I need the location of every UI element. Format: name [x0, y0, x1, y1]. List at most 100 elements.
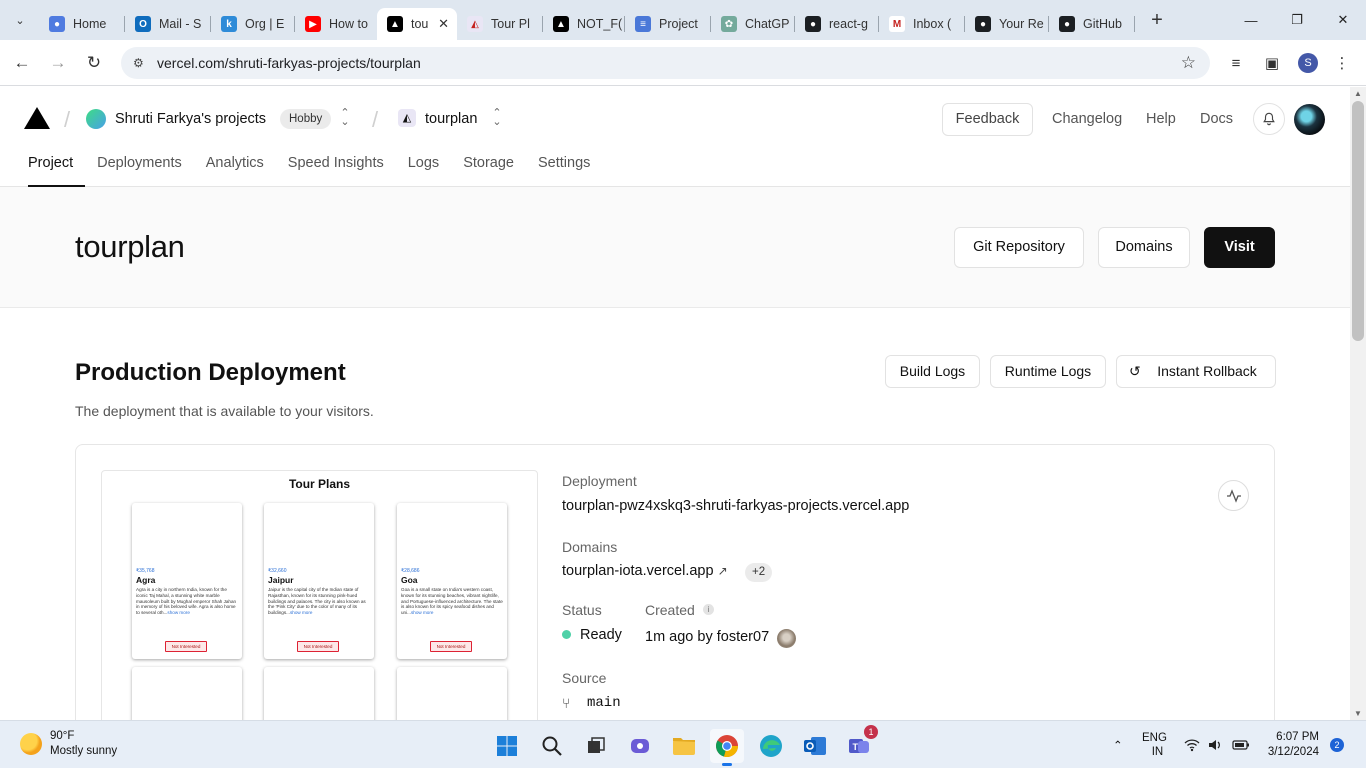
chat-icon[interactable]	[623, 729, 657, 763]
bookmark-star-icon[interactable]: ☆	[1181, 53, 1196, 73]
browser-tab[interactable]: ◭ Tour Pl	[457, 8, 543, 40]
vercel-logo-icon[interactable]	[24, 107, 50, 129]
notification-count-badge[interactable]: 2	[1330, 738, 1344, 752]
tab-logs[interactable]: Logs	[396, 149, 451, 187]
docs-link[interactable]: Docs	[1200, 111, 1233, 127]
team-name[interactable]: Shruti Farkya's projects	[115, 111, 266, 127]
show-more-link: show more	[289, 610, 313, 616]
tab-search-icon[interactable]: ⌄	[7, 7, 33, 33]
source-label: Source	[562, 670, 607, 686]
project-switcher-icon[interactable]: ⌃ ⌄	[492, 108, 502, 128]
browser-tab[interactable]: ✿ ChatGP	[711, 8, 795, 40]
media-control-icon[interactable]: ≡	[1220, 40, 1252, 86]
browser-tab[interactable]: k Org | E	[211, 8, 295, 40]
team-switcher-icon[interactable]: ⌃ ⌄	[340, 108, 350, 128]
weather-widget[interactable]: 90°F Mostly sunny	[50, 729, 117, 759]
scroll-down-icon[interactable]: ▼	[1350, 709, 1366, 718]
start-windows-icon[interactable]	[490, 729, 524, 763]
show-hidden-icons[interactable]: ⌃	[1113, 721, 1123, 768]
tab-speed-insights[interactable]: Speed Insights	[276, 149, 396, 187]
city-price: ₹28,686	[401, 568, 420, 574]
project-name[interactable]: tourplan	[425, 111, 477, 127]
tab-project[interactable]: Project	[16, 149, 86, 187]
tab-analytics[interactable]: Analytics	[194, 149, 276, 187]
scrollbar-thumb[interactable]	[1352, 101, 1364, 341]
browser-tab[interactable]: O Mail - S	[125, 8, 211, 40]
reload-icon[interactable]: ↻	[76, 45, 112, 81]
instant-rollback-button[interactable]: ↺ Instant Rollback	[1116, 355, 1276, 388]
file-explorer-icon[interactable]	[667, 729, 701, 763]
page-scrollbar[interactable]: ▲ ▼	[1350, 87, 1366, 720]
browser-menu-icon[interactable]: ⋮	[1326, 40, 1358, 86]
profile-button[interactable]: S	[1292, 40, 1324, 86]
outlook-icon[interactable]	[798, 729, 832, 763]
activity-pulse-icon[interactable]	[1218, 480, 1249, 511]
info-icon[interactable]: i	[703, 604, 714, 615]
tab-storage[interactable]: Storage	[451, 149, 526, 187]
user-avatar[interactable]	[1294, 104, 1325, 135]
notifications-bell-icon[interactable]	[1253, 103, 1285, 135]
volume-icon[interactable]	[1208, 721, 1224, 768]
minimize-button[interactable]: —	[1228, 0, 1274, 40]
back-icon[interactable]: ←	[4, 45, 40, 81]
side-panel-icon[interactable]: ▣	[1256, 40, 1288, 86]
url-text[interactable]: vercel.com/shruti-farkyas-projects/tourp…	[157, 55, 421, 71]
weather-sun-icon[interactable]	[20, 733, 42, 755]
deployment-preview[interactable]: Tour Plans ₹35,768 Agra Agra is a city in …	[101, 470, 538, 720]
browser-tab[interactable]: ● react-g	[795, 8, 879, 40]
teams-badge: 1	[864, 725, 878, 739]
domains-button[interactable]: Domains	[1098, 227, 1190, 268]
chrome-icon[interactable]	[710, 729, 744, 766]
browser-tab[interactable]: ● Your Re	[965, 8, 1049, 40]
browser-tab[interactable]: M Inbox (	[879, 8, 965, 40]
tab-title: react-g	[829, 17, 868, 31]
search-icon[interactable]	[535, 729, 569, 763]
close-window-button[interactable]: ✕	[1320, 0, 1366, 40]
runtime-logs-button[interactable]: Runtime Logs	[990, 355, 1106, 388]
instant-rollback-label: Instant Rollback	[1157, 363, 1257, 379]
teams-icon[interactable]: T 1	[842, 725, 878, 763]
team-avatar[interactable]	[86, 109, 106, 129]
clock[interactable]: 6:07 PM 3/12/2024	[1265, 721, 1319, 768]
browser-tab[interactable]: ▲ tou ✕	[377, 8, 457, 40]
close-tab-icon[interactable]: ✕	[432, 16, 449, 32]
language-indicator[interactable]: ENG IN	[1142, 721, 1167, 768]
visit-button[interactable]: Visit	[1204, 227, 1275, 268]
edge-icon[interactable]	[754, 729, 788, 763]
address-bar[interactable]: ⚙ vercel.com/shruti-farkyas-projects/tou…	[121, 47, 1210, 79]
more-domains-badge[interactable]: +2	[745, 563, 773, 582]
build-logs-button[interactable]: Build Logs	[885, 355, 980, 388]
browser-tab[interactable]: ● GitHub	[1049, 8, 1135, 40]
tab-title: ChatGP	[745, 17, 790, 31]
branch-name[interactable]: main	[587, 695, 621, 711]
changelog-link[interactable]: Changelog	[1052, 111, 1122, 127]
battery-icon[interactable]	[1232, 721, 1250, 768]
site-info-icon[interactable]: ⚙	[133, 56, 151, 70]
domain-link[interactable]: tourplan-iota.vercel.app ↗	[562, 563, 728, 579]
forward-icon[interactable]: →	[40, 45, 76, 81]
city-desc-text: Jaipur is the capital city of the Indian…	[268, 587, 366, 616]
browser-tab[interactable]: ≡ Project	[625, 8, 711, 40]
city-name: Goa	[401, 575, 418, 585]
deployment-url[interactable]: tourplan-pwz4xskq3-shruti-farkyas-projec…	[562, 498, 909, 514]
wifi-icon[interactable]	[1184, 721, 1200, 768]
feedback-button[interactable]: Feedback	[942, 103, 1033, 136]
browser-tab[interactable]: ● Home	[39, 8, 125, 40]
restore-button[interactable]: ❐	[1274, 0, 1320, 40]
tab-favicon-icon: ●	[1059, 16, 1075, 32]
browser-toolbar: ← → ↻ ⚙ vercel.com/shruti-farkyas-projec…	[0, 40, 1366, 86]
scroll-up-icon[interactable]: ▲	[1350, 89, 1366, 98]
tab-title: Home	[73, 17, 107, 31]
new-tab-button[interactable]: +	[1143, 6, 1171, 34]
tab-settings[interactable]: Settings	[526, 149, 602, 187]
tab-deployments[interactable]: Deployments	[85, 149, 194, 187]
rollback-icon: ↺	[1129, 363, 1141, 379]
city-name: Jaipur	[268, 575, 294, 585]
browser-tab[interactable]: ▲ NOT_F(	[543, 8, 625, 40]
git-repository-button[interactable]: Git Repository	[954, 227, 1084, 268]
browser-tab[interactable]: ▶ How to	[295, 8, 377, 40]
creator-avatar[interactable]	[777, 629, 796, 648]
help-link[interactable]: Help	[1146, 111, 1176, 127]
task-view-icon[interactable]	[579, 729, 613, 763]
tab-favicon-icon: ▲	[553, 16, 569, 32]
